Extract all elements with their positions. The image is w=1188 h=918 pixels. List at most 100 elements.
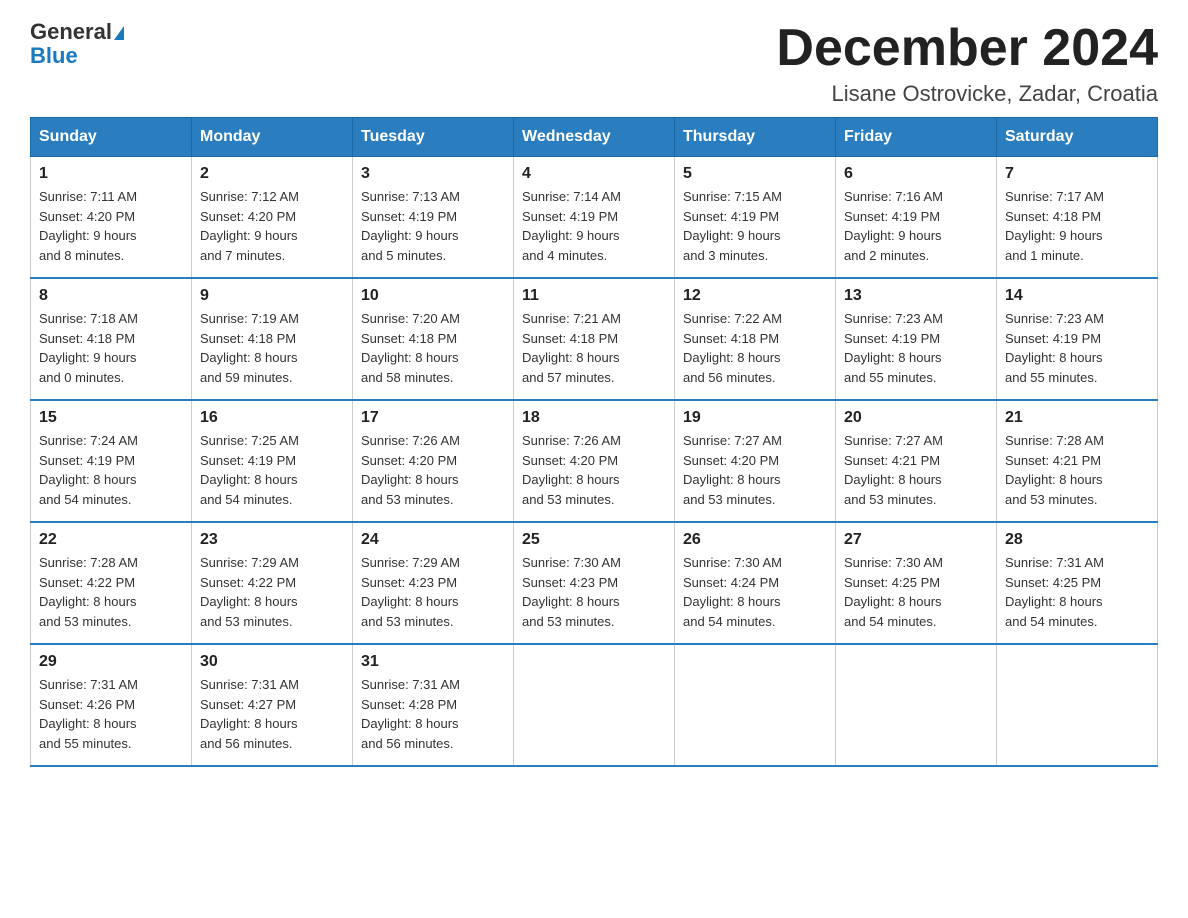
day-number: 22 — [39, 531, 183, 549]
calendar-day-cell: 19 Sunrise: 7:27 AMSunset: 4:20 PMDayligh… — [675, 400, 836, 522]
calendar-day-cell: 31 Sunrise: 7:31 AMSunset: 4:28 PMDayligh… — [353, 644, 514, 766]
calendar-day-cell: 29 Sunrise: 7:31 AMSunset: 4:26 PMDayligh… — [31, 644, 192, 766]
calendar-day-cell: 6Sunrise: 7:16 AMSunset: 4:19 PMDaylight… — [836, 157, 997, 279]
calendar-day-cell: 10Sunrise: 7:20 AMSunset: 4:18 PMDayligh… — [353, 278, 514, 400]
day-number: 12 — [683, 287, 827, 305]
logo-blue: Blue — [30, 44, 124, 68]
day-number: 4 — [522, 165, 666, 183]
day-number: 18 — [522, 409, 666, 427]
calendar-header-tuesday: Tuesday — [353, 118, 514, 157]
logo-general: General — [30, 19, 112, 44]
calendar-day-cell: 2 Sunrise: 7:12 AMSunset: 4:20 PMDaylight… — [192, 157, 353, 279]
calendar-day-cell: 21Sunrise: 7:28 AMSunset: 4:21 PMDayligh… — [997, 400, 1158, 522]
calendar-day-cell — [514, 644, 675, 766]
day-info: Sunrise: 7:27 AMSunset: 4:21 PMDaylight:… — [844, 431, 988, 509]
day-number: 11 — [522, 287, 666, 305]
day-number: 13 — [844, 287, 988, 305]
calendar-header-thursday: Thursday — [675, 118, 836, 157]
calendar-header-wednesday: Wednesday — [514, 118, 675, 157]
page-header: General Blue December 2024 Lisane Ostrov… — [30, 20, 1158, 107]
calendar-day-cell: 26 Sunrise: 7:30 AMSunset: 4:24 PMDayligh… — [675, 522, 836, 644]
day-info: Sunrise: 7:26 AMSunset: 4:20 PMDaylight:… — [361, 431, 505, 509]
day-number: 14 — [1005, 287, 1149, 305]
day-info: Sunrise: 7:29 AMSunset: 4:23 PMDaylight:… — [361, 553, 505, 631]
calendar-day-cell: 25Sunrise: 7:30 AMSunset: 4:23 PMDayligh… — [514, 522, 675, 644]
day-number: 2 — [200, 165, 344, 183]
day-info: Sunrise: 7:29 AMSunset: 4:22 PMDaylight:… — [200, 553, 344, 631]
day-number: 24 — [361, 531, 505, 549]
calendar-table: SundayMondayTuesdayWednesdayThursdayFrid… — [30, 117, 1158, 767]
calendar-day-cell — [836, 644, 997, 766]
calendar-day-cell: 16 Sunrise: 7:25 AMSunset: 4:19 PMDayligh… — [192, 400, 353, 522]
day-number: 8 — [39, 287, 183, 305]
calendar-day-cell — [675, 644, 836, 766]
day-number: 21 — [1005, 409, 1149, 427]
calendar-week-row: 1 Sunrise: 7:11 AMSunset: 4:20 PMDaylight… — [31, 157, 1158, 279]
day-number: 29 — [39, 653, 183, 671]
calendar-day-cell: 24 Sunrise: 7:29 AMSunset: 4:23 PMDayligh… — [353, 522, 514, 644]
calendar-day-cell: 22 Sunrise: 7:28 AMSunset: 4:22 PMDayligh… — [31, 522, 192, 644]
calendar-day-cell: 5 Sunrise: 7:15 AMSunset: 4:19 PMDaylight… — [675, 157, 836, 279]
calendar-day-cell: 23 Sunrise: 7:29 AMSunset: 4:22 PMDayligh… — [192, 522, 353, 644]
day-info: Sunrise: 7:31 AMSunset: 4:28 PMDaylight:… — [361, 675, 505, 753]
day-number: 27 — [844, 531, 988, 549]
day-number: 15 — [39, 409, 183, 427]
calendar-day-cell: 18 Sunrise: 7:26 AMSunset: 4:20 PMDayligh… — [514, 400, 675, 522]
day-number: 5 — [683, 165, 827, 183]
day-info: Sunrise: 7:30 AMSunset: 4:24 PMDaylight:… — [683, 553, 827, 631]
calendar-day-cell: 17 Sunrise: 7:26 AMSunset: 4:20 PMDayligh… — [353, 400, 514, 522]
day-number: 6 — [844, 165, 988, 183]
day-info: Sunrise: 7:25 AMSunset: 4:19 PMDaylight:… — [200, 431, 344, 509]
calendar-day-cell — [997, 644, 1158, 766]
day-info: Sunrise: 7:18 AMSunset: 4:18 PMDaylight:… — [39, 309, 183, 387]
day-info: Sunrise: 7:19 AMSunset: 4:18 PMDaylight:… — [200, 309, 344, 387]
day-info: Sunrise: 7:28 AMSunset: 4:22 PMDaylight:… — [39, 553, 183, 631]
calendar-week-row: 15Sunrise: 7:24 AMSunset: 4:19 PMDayligh… — [31, 400, 1158, 522]
calendar-day-cell: 30Sunrise: 7:31 AMSunset: 4:27 PMDayligh… — [192, 644, 353, 766]
day-number: 20 — [844, 409, 988, 427]
day-number: 17 — [361, 409, 505, 427]
page-subtitle: Lisane Ostrovicke, Zadar, Croatia — [776, 81, 1158, 107]
day-info: Sunrise: 7:31 AMSunset: 4:25 PMDaylight:… — [1005, 553, 1149, 631]
day-info: Sunrise: 7:13 AMSunset: 4:19 PMDaylight:… — [361, 187, 505, 265]
calendar-day-cell: 8 Sunrise: 7:18 AMSunset: 4:18 PMDaylight… — [31, 278, 192, 400]
calendar-day-cell: 28Sunrise: 7:31 AMSunset: 4:25 PMDayligh… — [997, 522, 1158, 644]
calendar-day-cell: 13Sunrise: 7:23 AMSunset: 4:19 PMDayligh… — [836, 278, 997, 400]
calendar-day-cell: 14Sunrise: 7:23 AMSunset: 4:19 PMDayligh… — [997, 278, 1158, 400]
calendar-day-cell: 12Sunrise: 7:22 AMSunset: 4:18 PMDayligh… — [675, 278, 836, 400]
calendar-day-cell: 27 Sunrise: 7:30 AMSunset: 4:25 PMDayligh… — [836, 522, 997, 644]
logo: General Blue — [30, 20, 124, 68]
calendar-header-row: SundayMondayTuesdayWednesdayThursdayFrid… — [31, 118, 1158, 157]
day-info: Sunrise: 7:12 AMSunset: 4:20 PMDaylight:… — [200, 187, 344, 265]
day-number: 1 — [39, 165, 183, 183]
day-info: Sunrise: 7:11 AMSunset: 4:20 PMDaylight:… — [39, 187, 183, 265]
day-number: 3 — [361, 165, 505, 183]
day-number: 19 — [683, 409, 827, 427]
calendar-header-saturday: Saturday — [997, 118, 1158, 157]
day-number: 30 — [200, 653, 344, 671]
day-number: 7 — [1005, 165, 1149, 183]
calendar-day-cell: 1 Sunrise: 7:11 AMSunset: 4:20 PMDaylight… — [31, 157, 192, 279]
day-info: Sunrise: 7:26 AMSunset: 4:20 PMDaylight:… — [522, 431, 666, 509]
day-info: Sunrise: 7:31 AMSunset: 4:26 PMDaylight:… — [39, 675, 183, 753]
page-title: December 2024 — [776, 20, 1158, 77]
day-number: 26 — [683, 531, 827, 549]
day-number: 31 — [361, 653, 505, 671]
title-block: December 2024 Lisane Ostrovicke, Zadar, … — [776, 20, 1158, 107]
logo-triangle-icon — [114, 26, 124, 40]
day-info: Sunrise: 7:21 AMSunset: 4:18 PMDaylight:… — [522, 309, 666, 387]
day-info: Sunrise: 7:27 AMSunset: 4:20 PMDaylight:… — [683, 431, 827, 509]
day-number: 23 — [200, 531, 344, 549]
calendar-week-row: 22 Sunrise: 7:28 AMSunset: 4:22 PMDayligh… — [31, 522, 1158, 644]
calendar-day-cell: 9Sunrise: 7:19 AMSunset: 4:18 PMDaylight… — [192, 278, 353, 400]
calendar-header-sunday: Sunday — [31, 118, 192, 157]
calendar-day-cell: 3 Sunrise: 7:13 AMSunset: 4:19 PMDaylight… — [353, 157, 514, 279]
day-number: 16 — [200, 409, 344, 427]
day-number: 10 — [361, 287, 505, 305]
calendar-week-row: 29 Sunrise: 7:31 AMSunset: 4:26 PMDayligh… — [31, 644, 1158, 766]
calendar-day-cell: 7Sunrise: 7:17 AMSunset: 4:18 PMDaylight… — [997, 157, 1158, 279]
day-info: Sunrise: 7:30 AMSunset: 4:25 PMDaylight:… — [844, 553, 988, 631]
day-info: Sunrise: 7:15 AMSunset: 4:19 PMDaylight:… — [683, 187, 827, 265]
day-info: Sunrise: 7:14 AMSunset: 4:19 PMDaylight:… — [522, 187, 666, 265]
calendar-day-cell: 11 Sunrise: 7:21 AMSunset: 4:18 PMDayligh… — [514, 278, 675, 400]
